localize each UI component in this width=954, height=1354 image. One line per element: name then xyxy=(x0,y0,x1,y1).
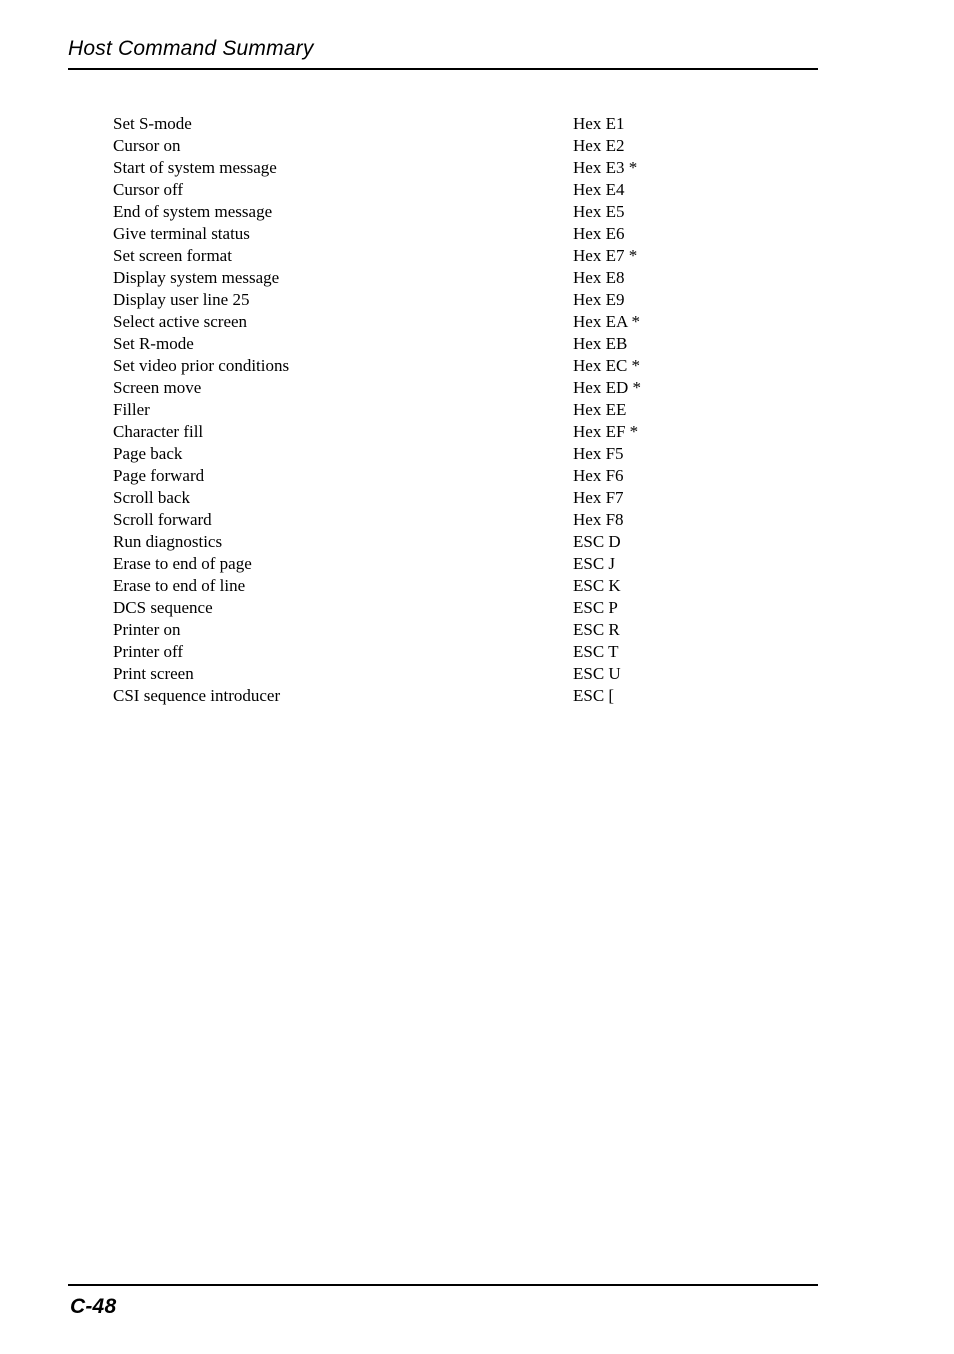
command-code: Hex E2 xyxy=(573,136,625,155)
command-code: ESC K xyxy=(573,576,621,595)
command-row: Select active screen Hex EA * xyxy=(113,311,873,333)
command-row: Display user line 25 Hex E9 xyxy=(113,289,873,311)
command-name: Filler xyxy=(113,400,150,419)
command-code: Hex E9 xyxy=(573,290,625,309)
command-name: Printer on xyxy=(113,620,181,639)
command-name: Cursor off xyxy=(113,180,184,199)
command-code: Hex EB xyxy=(573,334,628,353)
command-row: Scroll forward Hex F8 xyxy=(113,509,873,531)
command-row: Set S-mode Hex E1 xyxy=(113,113,873,135)
command-code: Hex F6 xyxy=(573,466,624,485)
command-summary-list: Set S-mode Hex E1 Cursor on Hex E2 Start of … xyxy=(113,113,873,707)
command-code: Hex F8 xyxy=(573,510,624,529)
command-code: ESC D xyxy=(573,532,621,551)
command-name: Cursor on xyxy=(113,136,181,155)
command-code: ESC R xyxy=(573,620,620,639)
command-code: Hex E6 xyxy=(573,224,625,243)
command-name: End of system message xyxy=(113,202,273,221)
command-row: Cursor on Hex E2 xyxy=(113,135,873,157)
command-name: Page back xyxy=(113,444,183,463)
command-row: DCS sequence ESC P xyxy=(113,597,873,619)
command-row: Erase to end of page ESC J xyxy=(113,553,873,575)
page-title: Host Command Summary xyxy=(68,37,314,60)
command-name: Run diagnostics xyxy=(113,532,223,551)
command-name: Erase to end of line xyxy=(113,576,246,595)
command-row: Printer off ESC T xyxy=(113,641,873,663)
command-name: Scroll back xyxy=(113,488,190,507)
command-name: Page forward xyxy=(113,466,205,485)
command-row: Print screen ESC U xyxy=(113,663,873,685)
command-code: Hex E8 xyxy=(573,268,625,287)
command-name: Give terminal status xyxy=(113,224,250,243)
command-name: Character fill xyxy=(113,422,204,441)
command-name: Display system message xyxy=(113,268,280,287)
command-row: End of system message Hex E5 xyxy=(113,201,873,223)
command-row: Erase to end of line ESC K xyxy=(113,575,873,597)
command-code: Hex E7 * xyxy=(573,246,638,265)
command-code: Hex ED * xyxy=(573,378,641,397)
command-name: CSI sequence introducer xyxy=(113,686,281,705)
command-row: Filler Hex EE xyxy=(113,399,873,421)
command-row: Display system message Hex E8 xyxy=(113,267,873,289)
command-code: Hex EF * xyxy=(573,422,639,441)
command-code: Hex EE xyxy=(573,400,627,419)
command-code: ESC P xyxy=(573,598,618,617)
command-name: Select active screen xyxy=(113,312,248,331)
command-name: Display user line 25 xyxy=(113,290,250,309)
command-name: Screen move xyxy=(113,378,202,397)
command-row: Start of system message Hex E3 * xyxy=(113,157,873,179)
page-header: Host Command Summary xyxy=(68,36,818,70)
command-row: Run diagnostics ESC D xyxy=(113,531,873,553)
command-code: Hex EA * xyxy=(573,312,641,331)
command-name: Set screen format xyxy=(113,246,232,265)
command-row: Set R-mode Hex EB xyxy=(113,333,873,355)
command-name: Set video prior conditions xyxy=(113,356,290,375)
command-name: Set S-mode xyxy=(113,114,192,133)
command-row: Cursor off Hex E4 xyxy=(113,179,873,201)
command-name: Start of system message xyxy=(113,158,277,177)
command-row: Character fill Hex EF * xyxy=(113,421,873,443)
command-row: CSI sequence introducer ESC [ xyxy=(113,685,873,707)
command-code: Hex E3 * xyxy=(573,158,638,177)
document-page: Host Command Summary Set S-mode Hex E1 Cur… xyxy=(0,0,954,1354)
command-row: Give terminal status Hex E6 xyxy=(113,223,873,245)
command-code: Hex E4 xyxy=(573,180,625,199)
command-code: ESC U xyxy=(573,664,621,683)
page-footer: C-48 xyxy=(68,1284,818,1320)
command-row: Page back Hex F5 xyxy=(113,443,873,465)
command-code: Hex E5 xyxy=(573,202,625,221)
command-code: ESC J xyxy=(573,554,616,573)
command-code: Hex F7 xyxy=(573,488,624,507)
command-name: Scroll forward xyxy=(113,510,212,529)
footer-divider xyxy=(68,1284,818,1286)
command-row: Printer on ESC R xyxy=(113,619,873,641)
command-row: Set video prior conditions Hex EC * xyxy=(113,355,873,377)
header-divider xyxy=(68,68,818,70)
command-code: Hex EC * xyxy=(573,356,641,375)
command-name: Set R-mode xyxy=(113,334,194,353)
command-code: Hex E1 xyxy=(573,114,625,133)
command-code: ESC T xyxy=(573,642,619,661)
command-row: Scroll back Hex F7 xyxy=(113,487,873,509)
command-row: Page forward Hex F6 xyxy=(113,465,873,487)
command-row: Screen move Hex ED * xyxy=(113,377,873,399)
command-name: DCS sequence xyxy=(113,598,213,617)
page-number: C-48 xyxy=(70,1295,117,1318)
command-name: Print screen xyxy=(113,664,194,683)
command-name: Printer off xyxy=(113,642,184,661)
command-name: Erase to end of page xyxy=(113,554,252,573)
command-row: Set screen format Hex E7 * xyxy=(113,245,873,267)
command-code: ESC [ xyxy=(573,686,615,705)
command-code: Hex F5 xyxy=(573,444,624,463)
